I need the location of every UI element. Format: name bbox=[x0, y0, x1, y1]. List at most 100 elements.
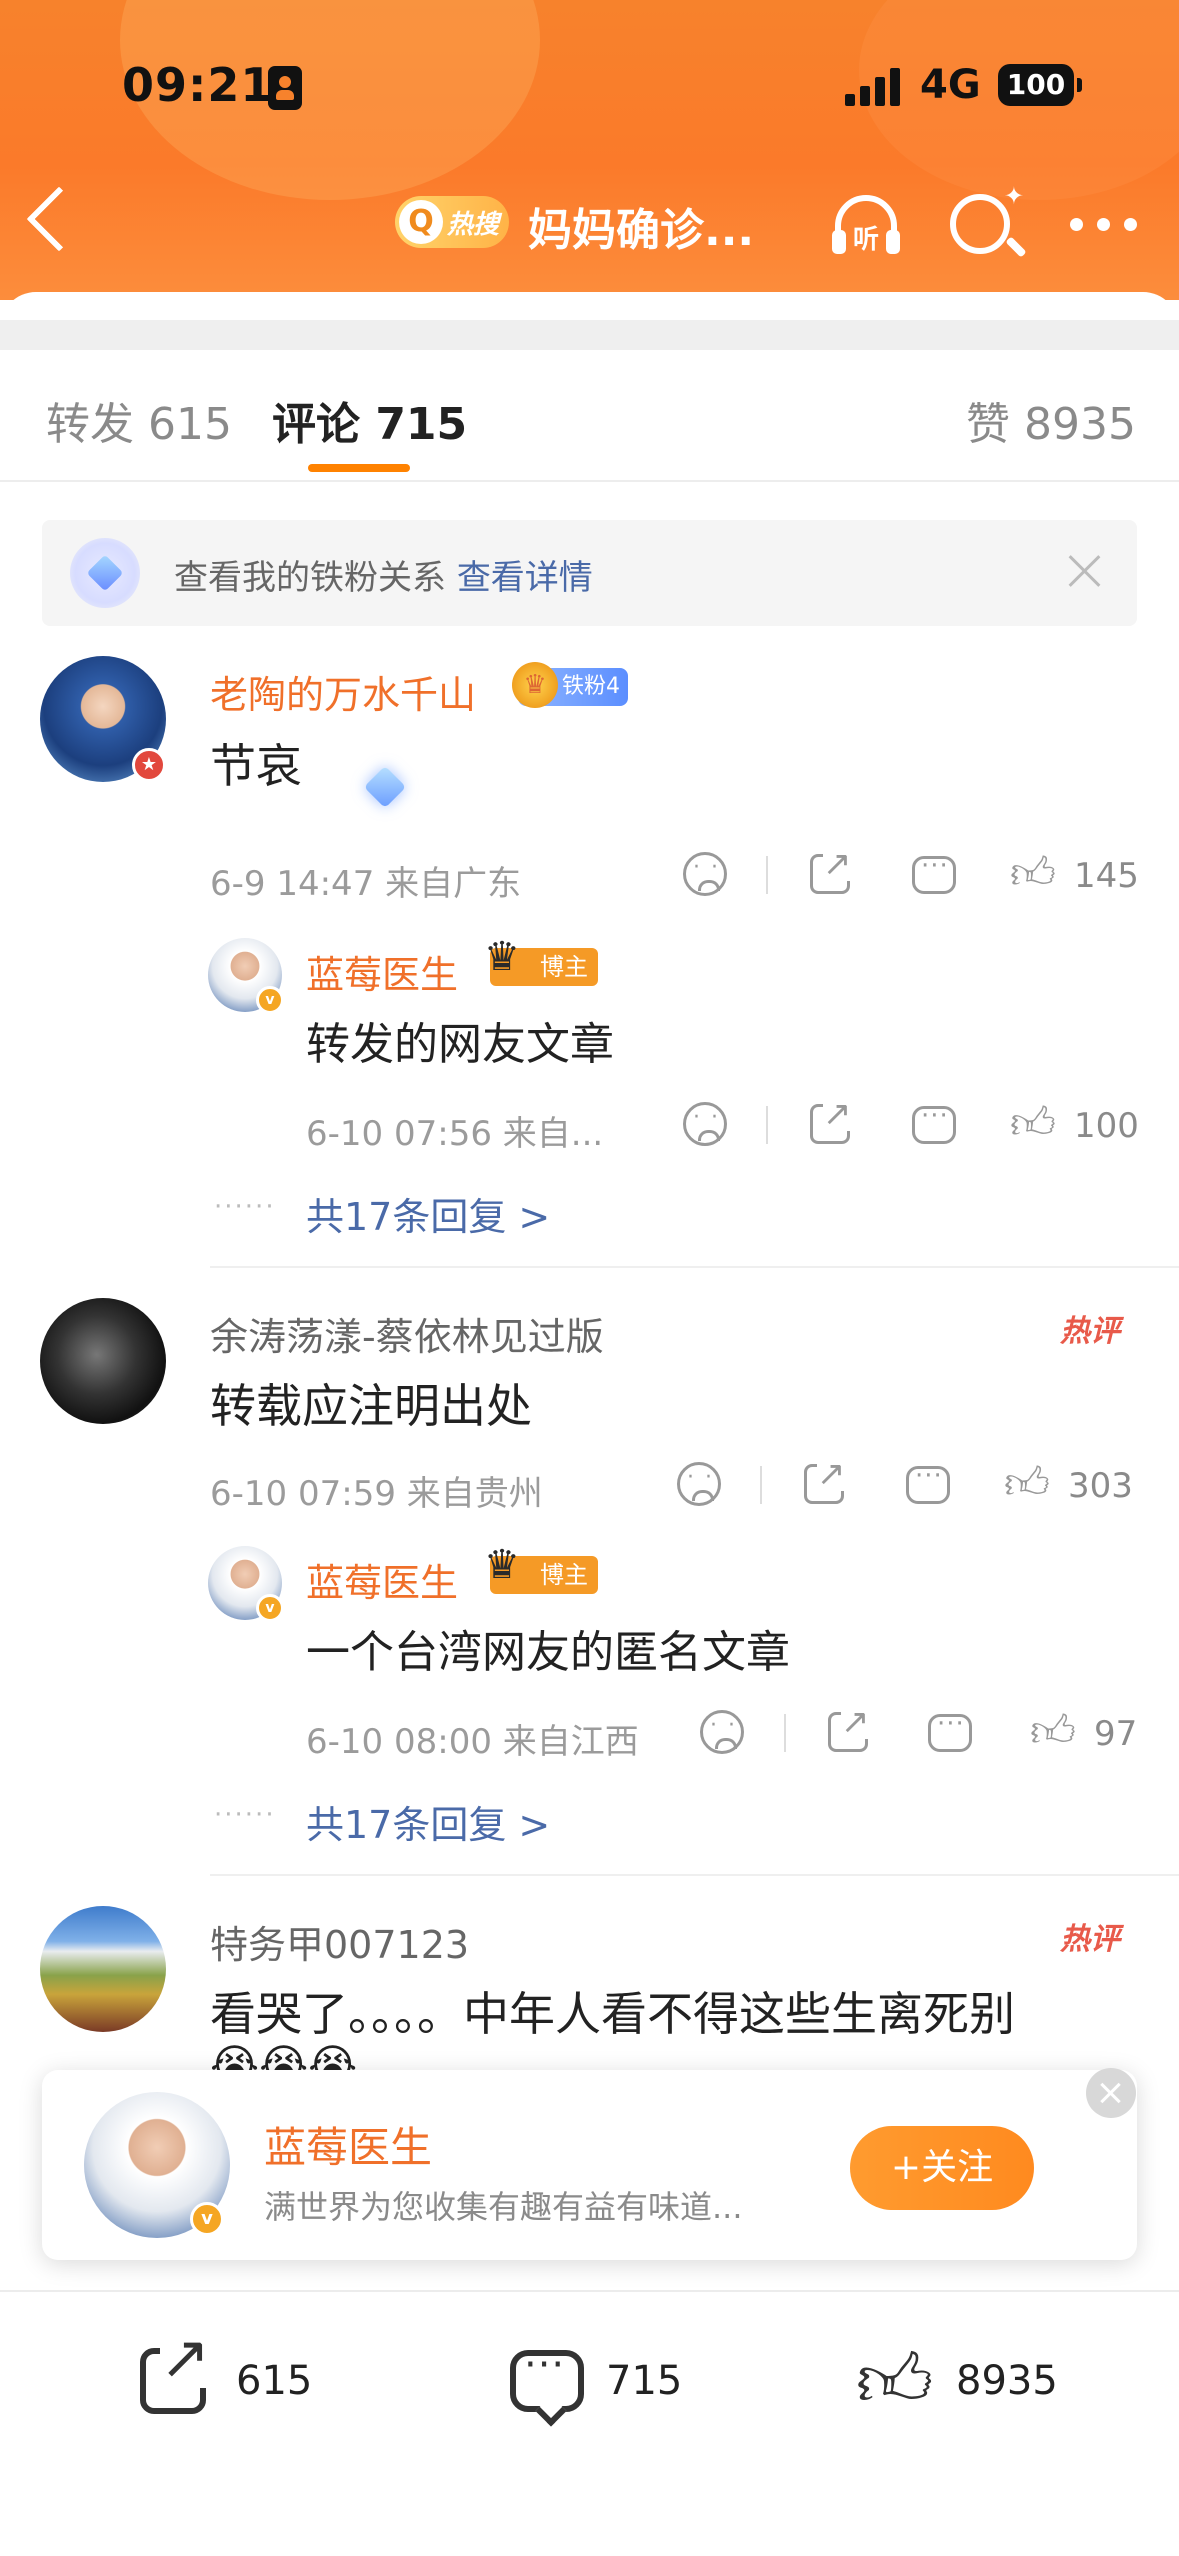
hot-search-icon: Q bbox=[399, 200, 443, 244]
close-icon[interactable] bbox=[1086, 2068, 1136, 2118]
comment-username[interactable]: 余涛荡漾-蔡依林见过版 bbox=[210, 1306, 604, 1361]
hot-search-badge[interactable]: Q 热搜 bbox=[395, 196, 509, 248]
dots-line: ······ bbox=[214, 1800, 276, 1830]
share-icon bbox=[140, 2328, 211, 2414]
back-icon[interactable] bbox=[26, 186, 92, 252]
tab-comment[interactable]: 评论 715 bbox=[272, 388, 467, 452]
status-time: 09:21 bbox=[122, 58, 274, 112]
like-icon[interactable]: 👍︎ bbox=[1030, 1710, 1076, 1754]
follow-card[interactable]: v 蓝莓医生 满世界为您收集有趣有益有味道... +关注 bbox=[42, 2070, 1137, 2260]
reply-username[interactable]: 蓝莓医生 bbox=[306, 1552, 458, 1607]
reply-username[interactable]: 蓝莓医生 bbox=[306, 944, 458, 999]
blogger-badge: ♛ 博主 bbox=[484, 937, 598, 986]
follow-card-description: 满世界为您收集有趣有益有味道... bbox=[264, 2188, 743, 2226]
more-replies-link[interactable]: 共17条回复 > bbox=[306, 1794, 550, 1849]
like-count: 145 bbox=[1074, 856, 1139, 896]
like-count: 97 bbox=[1094, 1714, 1138, 1754]
divider bbox=[0, 480, 1179, 482]
bottom-action-bar: 615 715 👍︎ 8935 bbox=[0, 2290, 1179, 2556]
comment-text: 转载应注明出处 bbox=[210, 1379, 532, 1433]
like-button[interactable]: 👍︎ 8935 bbox=[856, 2344, 1096, 2424]
reply-meta: 6-10 08:00 来自江西 bbox=[306, 1722, 639, 1762]
comment-icon[interactable] bbox=[928, 1709, 972, 1752]
listen-icon[interactable]: 听 bbox=[826, 190, 906, 260]
fan-banner-text: 查看我的铁粉关系 查看详情 bbox=[174, 550, 593, 599]
like-icon[interactable]: 👍︎ bbox=[1010, 1102, 1056, 1146]
blogger-badge-label: 博主 bbox=[540, 1561, 588, 1589]
fan-banner-label: 查看我的铁粉关系 bbox=[174, 558, 446, 598]
like-count: 8935 bbox=[956, 2358, 1058, 2404]
reply-text: 一个台湾网友的匿名文章 bbox=[306, 1627, 790, 1678]
like-icon[interactable]: 👍︎ bbox=[1010, 852, 1056, 896]
comment-icon[interactable] bbox=[912, 851, 956, 894]
more-icon[interactable] bbox=[1070, 218, 1138, 232]
like-count: 100 bbox=[1074, 1106, 1139, 1146]
avatar[interactable] bbox=[40, 1906, 166, 2032]
divider bbox=[766, 1106, 768, 1144]
more-replies-link[interactable]: 共17条回复 > bbox=[306, 1186, 550, 1241]
dislike-icon[interactable] bbox=[683, 1102, 727, 1146]
dislike-icon[interactable] bbox=[683, 852, 727, 896]
dislike-icon[interactable] bbox=[677, 1462, 721, 1506]
svg-text:听: 听 bbox=[853, 225, 879, 255]
reply-meta: 6-10 07:56 来自... bbox=[306, 1114, 604, 1154]
blogger-badge-label: 博主 bbox=[540, 953, 588, 981]
hot-comment-tag: 热评 bbox=[1060, 1922, 1120, 1957]
page-title[interactable]: 妈妈确诊... bbox=[528, 194, 754, 258]
divider bbox=[766, 856, 768, 894]
separator-bar bbox=[0, 320, 1179, 350]
comment-username[interactable]: 特务甲007123 bbox=[210, 1914, 469, 1969]
battery-icon: 100 bbox=[998, 64, 1082, 106]
active-tab-indicator bbox=[308, 464, 410, 472]
dots-line: ······ bbox=[214, 1192, 276, 1222]
verified-icon: v bbox=[256, 1594, 284, 1622]
crown-icon: ♛ bbox=[484, 934, 520, 980]
divider bbox=[210, 1266, 1179, 1268]
comment-button[interactable]: 715 bbox=[510, 2342, 710, 2424]
reply-text: 转发的网友文章 bbox=[306, 1019, 614, 1070]
share-icon[interactable] bbox=[810, 847, 852, 894]
hot-comment-tag: 热评 bbox=[1060, 1314, 1120, 1349]
hot-search-label: 热搜 bbox=[447, 210, 500, 240]
fan-banner-link[interactable]: 查看详情 bbox=[457, 558, 593, 598]
search-icon[interactable] bbox=[950, 182, 1024, 254]
orientation-lock-icon bbox=[268, 66, 302, 110]
share-icon[interactable] bbox=[804, 1457, 846, 1504]
follow-button[interactable]: +关注 bbox=[850, 2126, 1034, 2210]
like-count: 303 bbox=[1068, 1466, 1133, 1506]
fan-level-label: 铁粉4 bbox=[562, 674, 620, 699]
like-icon: 👍︎ bbox=[856, 2338, 934, 2424]
repost-button[interactable]: 615 bbox=[140, 2328, 340, 2424]
repost-count: 615 bbox=[236, 2358, 313, 2404]
follow-card-name[interactable]: 蓝莓医生 bbox=[264, 2114, 432, 2175]
close-icon[interactable] bbox=[1062, 548, 1108, 594]
comment-meta: 6-10 07:59 来自贵州 bbox=[210, 1474, 543, 1514]
network-label: 4G bbox=[920, 62, 981, 108]
avatar[interactable] bbox=[40, 1298, 166, 1424]
comment-icon[interactable] bbox=[906, 1461, 950, 1504]
signal-icon bbox=[845, 68, 903, 106]
divider bbox=[760, 1466, 762, 1504]
dislike-icon[interactable] bbox=[700, 1710, 744, 1754]
member-badge-icon: ★ bbox=[132, 748, 166, 782]
top-header: 09:21 4G 100 Q 热搜 妈妈确诊... 听 bbox=[0, 0, 1179, 300]
fan-relation-banner[interactable]: 查看我的铁粉关系 查看详情 bbox=[42, 520, 1137, 626]
crown-icon: ♛ bbox=[512, 662, 558, 708]
comment-icon bbox=[510, 2342, 584, 2412]
comment-username[interactable]: 老陶的万水千山 bbox=[210, 664, 476, 719]
comment-text: 看哭了。。。。中年人看不得这些生离死别 bbox=[210, 1987, 1015, 2041]
blogger-badge: ♛ 博主 bbox=[484, 1545, 598, 1594]
like-icon[interactable]: 👍︎ bbox=[1004, 1462, 1050, 1506]
fan-level-badge: ♛ 铁粉4 bbox=[512, 662, 628, 708]
share-icon[interactable] bbox=[828, 1705, 870, 1752]
tab-repost[interactable]: 转发 615 bbox=[46, 388, 232, 452]
comment-text: 节哀 bbox=[210, 739, 302, 793]
divider bbox=[210, 1874, 1179, 1876]
diamond-icon bbox=[70, 538, 140, 608]
share-icon[interactable] bbox=[810, 1097, 852, 1144]
crown-icon: ♛ bbox=[484, 1542, 520, 1588]
comment-icon[interactable] bbox=[912, 1101, 956, 1144]
comment-meta: 6-9 14:47 来自广东 bbox=[210, 864, 522, 904]
tab-like[interactable]: 赞 8935 bbox=[966, 388, 1136, 452]
verified-icon: v bbox=[256, 986, 284, 1014]
